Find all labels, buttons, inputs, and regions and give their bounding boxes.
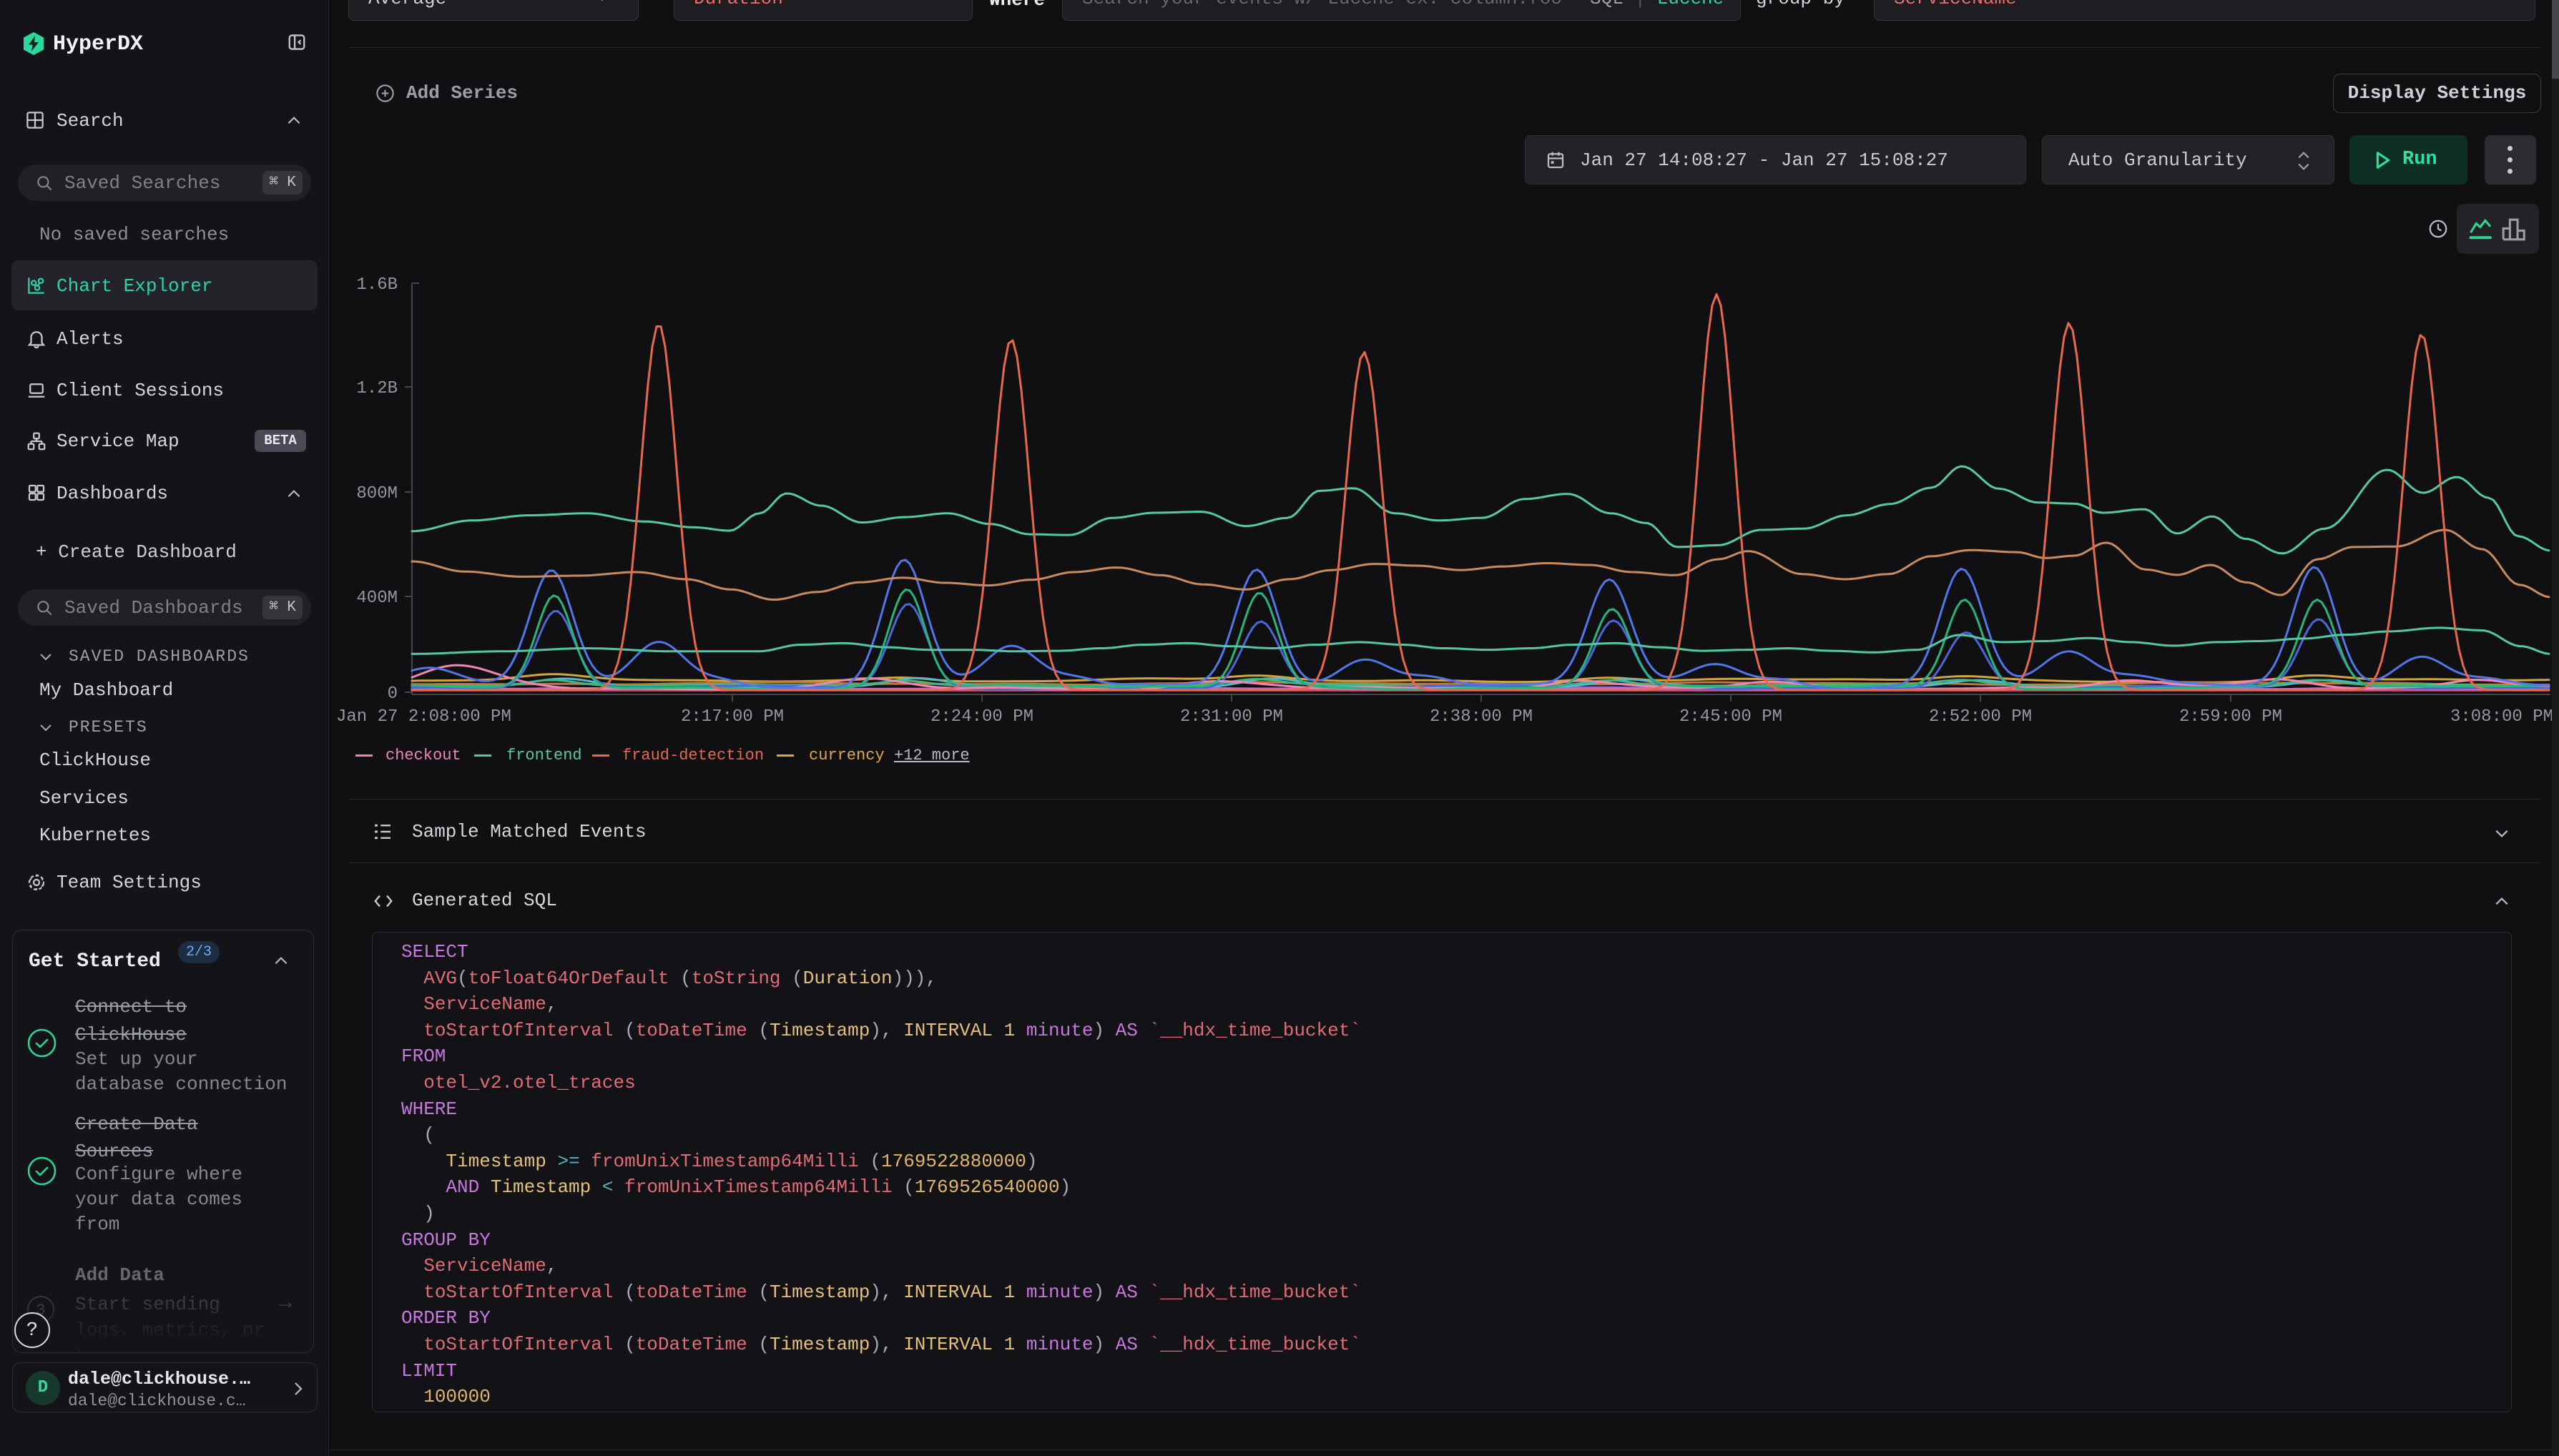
svg-text:2:38:00 PM: 2:38:00 PM [1430,707,1533,727]
svg-text:2:24:00 PM: 2:24:00 PM [930,707,1033,727]
svg-text:2:17:00 PM: 2:17:00 PM [681,707,784,727]
svg-text:1.6B: 1.6B [356,275,398,295]
svg-text:2:59:00 PM: 2:59:00 PM [2179,707,2282,727]
svg-text:800M: 800M [356,484,398,503]
svg-text:3:08:00 PM: 3:08:00 PM [2450,707,2553,727]
svg-text:0: 0 [388,684,398,704]
svg-text:Jan 27 2:08:00 PM: Jan 27 2:08:00 PM [336,707,511,727]
svg-text:2:52:00 PM: 2:52:00 PM [1929,707,2032,727]
svg-text:2:45:00 PM: 2:45:00 PM [1679,707,1782,727]
svg-text:2:31:00 PM: 2:31:00 PM [1180,707,1283,727]
svg-text:1.2B: 1.2B [356,379,398,398]
svg-text:400M: 400M [356,589,398,608]
